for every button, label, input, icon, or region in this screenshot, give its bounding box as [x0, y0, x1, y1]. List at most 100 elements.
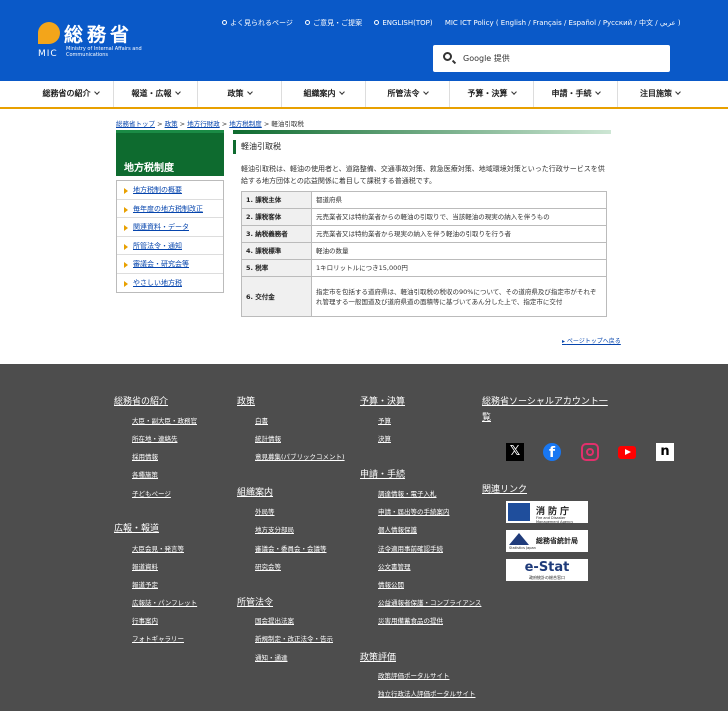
footer-link[interactable]: 広報誌・パンフレット — [132, 597, 197, 607]
footer-heading-related[interactable]: 関連リンク — [482, 482, 527, 495]
breadcrumb-local-tax[interactable]: 地方税制度 — [229, 120, 262, 128]
footer-link[interactable]: 白書 — [255, 415, 268, 425]
top-link-ict-policy[interactable]: MIC ICT Policy ( English / Français / Es… — [445, 19, 681, 27]
nav-about[interactable]: 総務省の紹介 — [28, 81, 114, 107]
breadcrumb: 総務省トップ > 政策 > 地方行財政 > 地方税制度 > 軽油引取税 — [116, 120, 304, 128]
footer-link[interactable]: 統計情報 — [255, 433, 281, 443]
facebook-icon[interactable]: f — [543, 443, 561, 461]
footer-link[interactable]: 政策評価ポータルサイト — [378, 670, 450, 680]
top-link-opinion[interactable]: ご意見・ご提案 — [305, 19, 362, 27]
mic-logo[interactable]: 総務省 MIC Ministry of Internal Affairs and… — [38, 20, 148, 64]
instagram-icon[interactable] — [581, 443, 599, 461]
footer-link[interactable]: 大臣会見・発言等 — [132, 543, 184, 553]
row-key: 5. 税率 — [241, 259, 312, 277]
chevron-down-icon — [675, 89, 681, 95]
footer-link[interactable]: 通知・通達 — [255, 652, 288, 662]
breadcrumb-top[interactable]: 総務省トップ — [116, 120, 155, 128]
footer-link[interactable]: 外局等 — [255, 506, 275, 516]
footer-link[interactable]: 大臣・副大臣・政務官 — [132, 415, 197, 425]
search-box[interactable]: Google 提供 — [433, 45, 670, 72]
banner-estat[interactable]: e-Stat 政府統計の総合窓口 — [506, 559, 588, 581]
footer-link[interactable]: 採用情報 — [132, 451, 158, 461]
row-value: 都道府県 — [311, 191, 607, 209]
footer-heading-social[interactable]: 総務省ソーシャルアカウント一覧 — [482, 394, 612, 426]
footer-link[interactable]: 意見募集(パブリックコメント) — [255, 451, 345, 461]
youtube-icon[interactable] — [618, 446, 636, 459]
top-links: よく見られるページ ご意見・ご提案 ENGLISH(TOP) MIC ICT P… — [222, 18, 691, 28]
note-icon[interactable]: n — [656, 443, 674, 461]
triangle-right-icon — [124, 188, 128, 194]
footer-link[interactable]: 報道資料 — [132, 561, 158, 571]
search-icon[interactable] — [443, 52, 452, 61]
nav-application[interactable]: 申請・手続 — [534, 81, 618, 107]
banner-sub: Statistics Japan — [509, 546, 536, 550]
footer-link[interactable]: 調達情報・電子入札 — [378, 488, 437, 498]
banner-sub: 政府統計の総合窓口 — [529, 575, 565, 580]
footer-link[interactable]: 申請・届出等の手続案内 — [378, 506, 450, 516]
footer-link[interactable]: 子どもページ — [132, 488, 171, 498]
table-row: 1. 課税主体 都道府県 — [241, 191, 607, 209]
footer-link[interactable]: 予算 — [378, 415, 391, 425]
footer-link[interactable]: 情報公開 — [378, 579, 404, 589]
footer-link[interactable]: 個人情報保護 — [378, 524, 417, 534]
footer-link[interactable]: 公益通報者保護・コンプライアンス — [378, 597, 481, 607]
footer-link[interactable]: 研究会等 — [255, 561, 281, 571]
footer-link[interactable]: 報道予定 — [132, 579, 158, 589]
nav-organization[interactable]: 組織案内 — [282, 81, 366, 107]
breadcrumb-local-finance[interactable]: 地方行財政 — [187, 120, 220, 128]
banner-stat[interactable]: 総務省統計局 Statistics Japan — [506, 530, 588, 552]
footer-link[interactable]: 国会提出法案 — [255, 615, 294, 625]
footer-link[interactable]: 公文書管理 — [378, 561, 411, 571]
nav-laws[interactable]: 所管法令 — [366, 81, 450, 107]
breadcrumb-policy[interactable]: 政策 — [165, 120, 178, 128]
row-value: 指定市を包括する道府県は、軽油引取税の税収の90%について、その道府県及び指定市… — [311, 276, 607, 317]
nav-budget[interactable]: 予算・決算 — [450, 81, 534, 107]
footer-link[interactable]: 法令適用事前確認手続 — [378, 543, 443, 553]
nav-policy[interactable]: 政策 — [198, 81, 282, 107]
footer-heading-evaluation[interactable]: 政策評価 — [360, 650, 396, 663]
footer-link[interactable]: 災害用備蓄食品の提供 — [378, 615, 443, 625]
chevron-down-icon — [246, 89, 253, 95]
footer-link[interactable]: 新規制定・改正法令・告示 — [255, 633, 333, 643]
footer-heading-laws[interactable]: 所管法令 — [237, 595, 273, 608]
sidebar-item-annual-reform[interactable]: 毎年度の地方税制改正 — [117, 200, 223, 218]
top-link-popular[interactable]: よく見られるページ — [222, 19, 293, 27]
footer-heading-application[interactable]: 申請・手続 — [360, 467, 405, 480]
search-placeholder: Google 提供 — [463, 54, 510, 63]
footer-link[interactable]: フォトギャラリー — [132, 633, 184, 643]
sidebar-item-easy-tax[interactable]: やさしい地方税 — [117, 274, 223, 293]
footer-heading-policy[interactable]: 政策 — [237, 394, 255, 407]
triangle-right-icon — [124, 262, 128, 268]
sidebar-item-data[interactable]: 関連資料・データ — [117, 218, 223, 237]
sidebar-item-councils[interactable]: 審議会・研究会等 — [117, 255, 223, 274]
footer-link[interactable]: 各種施策 — [132, 469, 158, 479]
table-row: 3. 納税義務者 元売業者又は特約業者から現実の納入を伴う軽油の引取りを行う者 — [241, 225, 607, 243]
sidebar-item-laws[interactable]: 所管法令・通知 — [117, 237, 223, 255]
footer-heading-organization[interactable]: 組織案内 — [237, 485, 273, 498]
breadcrumb-current: 軽油引取税 — [271, 120, 304, 128]
top-link-english[interactable]: ENGLISH(TOP) — [374, 19, 433, 27]
footer-link[interactable]: 行事案内 — [132, 615, 158, 625]
sidebar-title: 地方税制度 — [116, 130, 224, 176]
footer-heading-budget[interactable]: 予算・決算 — [360, 394, 405, 407]
nav-featured[interactable]: 注目施策 — [618, 81, 702, 107]
chevron-down-icon — [510, 89, 517, 95]
banner-label: 総務省統計局 — [536, 537, 578, 545]
x-twitter-icon[interactable]: 𝕏 — [506, 443, 524, 461]
triangle-right-icon — [124, 206, 128, 213]
triangle-right-icon — [124, 243, 128, 250]
footer-link[interactable]: 地方支分部局 — [255, 524, 294, 534]
page-top-link[interactable]: ▸ ページトップへ戻る — [562, 336, 621, 345]
footer-heading-about[interactable]: 総務省の紹介 — [114, 394, 168, 407]
banner-fdma[interactable]: 消防庁 Fire and Disaster Management Agency — [506, 501, 588, 524]
row-key: 4. 課税標準 — [241, 242, 312, 260]
title-bar-decoration — [233, 130, 611, 134]
sidebar-item-overview[interactable]: 地方税制の概要 — [117, 181, 223, 200]
footer-link[interactable]: 審議会・委員会・会議等 — [255, 543, 327, 553]
footer-heading-press[interactable]: 広報・報道 — [114, 521, 159, 534]
table-row: 5. 税率 1キロリットルにつき15,000円 — [241, 259, 607, 277]
footer-link[interactable]: 決算 — [378, 433, 391, 443]
footer-link[interactable]: 独立行政法人評価ポータルサイト — [378, 688, 476, 698]
nav-press[interactable]: 報道・広報 — [114, 81, 198, 107]
footer-link[interactable]: 所在地・連絡先 — [132, 433, 178, 443]
